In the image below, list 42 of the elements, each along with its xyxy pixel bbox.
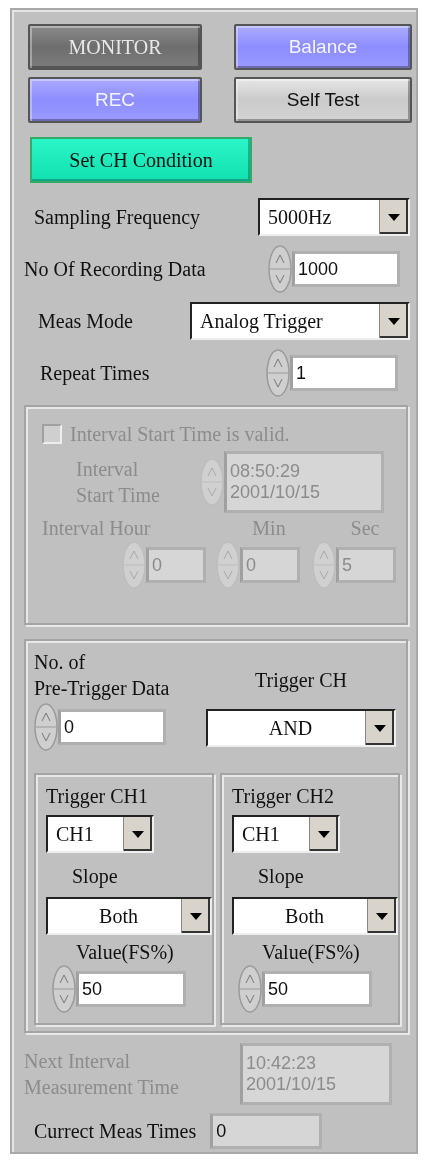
dropdown[interactable]: Both <box>46 897 212 935</box>
count-display: 0 <box>210 1113 323 1149</box>
input-field[interactable]: 1000 <box>292 251 400 287</box>
spin-buttons[interactable] <box>266 349 290 397</box>
dropdown[interactable]: Analog Trigger <box>190 302 410 340</box>
toggle-button[interactable]: MONITOR <box>28 24 202 70</box>
spin-buttons[interactable] <box>238 965 262 1013</box>
value-label: Value(FS%) <box>76 940 174 965</box>
caret-icon <box>367 899 396 933</box>
slope-label: Slope <box>258 864 304 889</box>
caret-icon <box>379 304 408 338</box>
setting-label: Sampling Frequency <box>34 205 202 230</box>
spin-buttons[interactable] <box>34 703 58 751</box>
input-field[interactable]: 50 <box>262 971 372 1007</box>
caret-icon <box>181 899 210 933</box>
setting-label: Meas Mode <box>38 309 134 334</box>
spin-buttons[interactable] <box>268 245 292 293</box>
caret-icon <box>379 200 408 234</box>
pre-trigger-label: No. of Pre-Trigger Data <box>34 650 170 701</box>
dropdown[interactable]: CH1 <box>46 815 154 853</box>
dropdown[interactable]: AND <box>206 709 396 747</box>
dropdown[interactable]: 5000Hz <box>258 198 410 236</box>
input-field[interactable]: 0 <box>58 709 166 745</box>
input-field[interactable]: 50 <box>76 971 186 1007</box>
spin-buttons[interactable] <box>52 965 76 1013</box>
channel-title: Trigger CH2 <box>232 784 335 809</box>
channel-title: Trigger CH1 <box>46 784 149 809</box>
caret-icon <box>309 817 338 851</box>
caret-icon <box>123 817 152 851</box>
slope-label: Slope <box>72 864 118 889</box>
value-label: Value(FS%) <box>262 940 360 965</box>
set-condition-button[interactable]: Set CH Condition <box>30 137 252 183</box>
meas-times-label: Currect Meas Times <box>34 1119 197 1144</box>
dropdown[interactable]: CH1 <box>232 815 340 853</box>
time-display: 10:42:23 2001/10/15 <box>240 1043 392 1105</box>
dropdown[interactable]: Both <box>232 897 398 935</box>
toggle-button[interactable]: Self Test <box>234 77 412 123</box>
trigger-ch-label: Trigger CH <box>254 668 348 693</box>
setting-label: No Of Recording Data <box>24 257 207 282</box>
input-field[interactable]: 1 <box>290 355 398 391</box>
caret-icon <box>365 711 394 745</box>
setting-label: Repeat Times <box>40 361 151 386</box>
